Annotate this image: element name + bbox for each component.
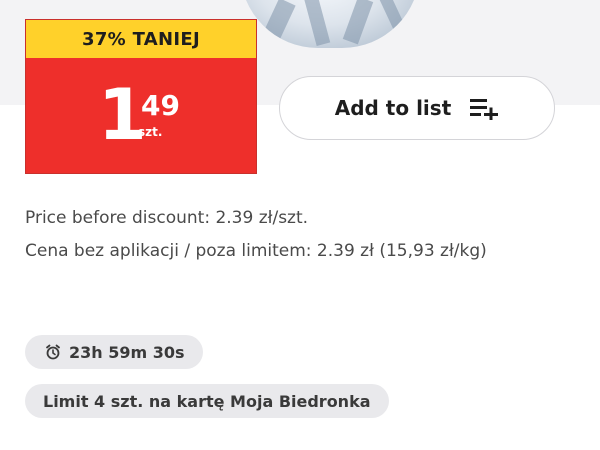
playlist-add-icon	[469, 96, 499, 120]
add-to-list-button[interactable]: Add to list	[279, 76, 555, 140]
discount-strip: 37% TANIEJ	[26, 20, 256, 58]
price-badge: 37% TANIEJ 1 49 szt.	[25, 19, 257, 174]
price-decimal: 49	[141, 89, 180, 122]
price-unit: szt.	[138, 125, 163, 139]
purchase-limit-text: Limit 4 szt. na kartę Moja Biedronka	[43, 391, 371, 411]
price-without-app: Cena bez aplikacji / poza limitem: 2.39 …	[25, 241, 487, 261]
purchase-limit-chip: Limit 4 szt. na kartę Moja Biedronka	[25, 384, 389, 418]
discount-label: 37% TANIEJ	[82, 28, 200, 50]
price-before-discount: Price before discount: 2.39 zł/szt.	[25, 208, 309, 228]
alarm-clock-icon	[45, 344, 61, 360]
product-image	[240, 0, 420, 48]
price-integer: 1	[98, 74, 147, 156]
countdown-timer-chip: 23h 59m 30s	[25, 335, 203, 369]
product-offer-screen: 37% TANIEJ 1 49 szt. Add to list Price b…	[0, 0, 600, 450]
countdown-timer-text: 23h 59m 30s	[69, 342, 185, 362]
add-to-list-label: Add to list	[334, 96, 452, 120]
